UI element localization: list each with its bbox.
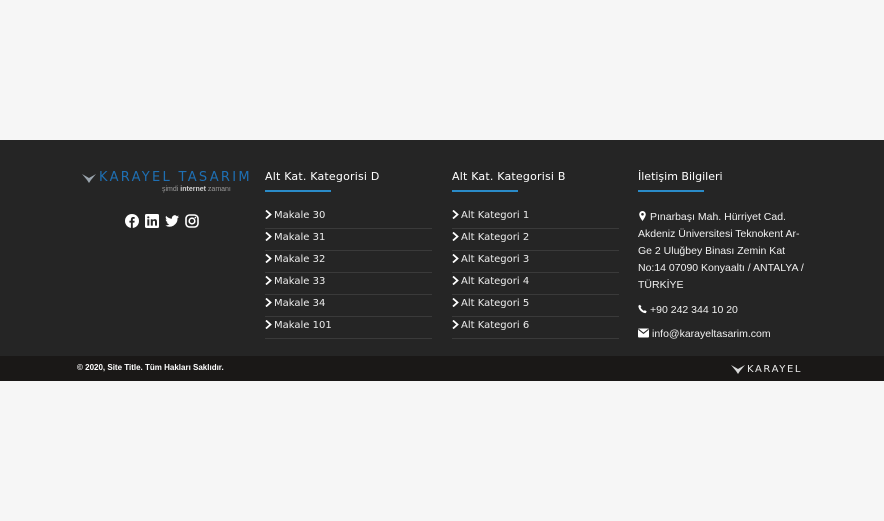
chevron-right-icon	[452, 254, 459, 263]
address: Pınarbaşı Mah. Hürriyet Cad. Akdeniz Üni…	[638, 211, 804, 291]
chevron-right-icon	[452, 232, 459, 241]
subcategory-list: Alt Kategori 1 Alt Kategori 2 Alt Katego…	[452, 207, 619, 339]
bird-logo-icon	[731, 365, 745, 374]
chevron-right-icon	[452, 210, 459, 219]
contact-title: İletişim Bilgileri	[638, 170, 723, 183]
title-underline	[265, 190, 331, 192]
copyright-text: © 2020, Site Title. Tüm Hakları Saklıdır…	[77, 363, 224, 372]
brand-logo[interactable]: KARAYEL TASARIM şimdi internet zamanı	[82, 170, 250, 196]
linkedin-icon[interactable]	[145, 214, 159, 228]
list-item[interactable]: Alt Kategori 1	[452, 207, 619, 229]
chevron-right-icon	[265, 276, 272, 285]
map-marker-icon	[639, 211, 646, 221]
contact-info: İletişim Bilgileri Pınarbaşı Mah. Hürriy…	[638, 170, 818, 341]
envelope-icon	[638, 328, 649, 338]
list-item[interactable]: Makale 32	[265, 251, 432, 273]
list-item[interactable]: Alt Kategori 2	[452, 229, 619, 251]
list-item[interactable]: Makale 101	[265, 317, 432, 339]
chevron-right-icon	[452, 320, 459, 329]
logo-text: KARAYEL TASARIM	[99, 170, 252, 185]
list-item[interactable]: Makale 34	[265, 295, 432, 317]
footer-column-category-d: Alt Kat. Kategorisi D Makale 30 Makale 3…	[265, 170, 432, 339]
list-item[interactable]: Makale 33	[265, 273, 432, 295]
chevron-right-icon	[265, 320, 272, 329]
list-item[interactable]: Alt Kategori 6	[452, 317, 619, 339]
title-underline	[638, 190, 704, 192]
email-line[interactable]: info@karayeltasarim.com	[638, 327, 818, 341]
chevron-right-icon	[452, 276, 459, 285]
chevron-right-icon	[452, 298, 459, 307]
chevron-right-icon	[265, 254, 272, 263]
list-item[interactable]: Alt Kategori 5	[452, 295, 619, 317]
bottom-logo[interactable]: KARAYEL	[731, 363, 802, 375]
phone-line[interactable]: +90 242 344 10 20	[638, 303, 818, 317]
phone-icon	[638, 304, 647, 314]
article-list: Makale 30 Makale 31 Makale 32 Makale 33 …	[265, 207, 432, 339]
instagram-icon[interactable]	[185, 214, 199, 228]
facebook-icon[interactable]	[125, 214, 139, 228]
chevron-right-icon	[265, 210, 272, 219]
list-item[interactable]: Makale 30	[265, 207, 432, 229]
twitter-icon[interactable]	[165, 214, 179, 228]
title-underline	[452, 190, 518, 192]
list-item[interactable]: Alt Kategori 4	[452, 273, 619, 295]
list-item[interactable]: Alt Kategori 3	[452, 251, 619, 273]
column-title: Alt Kat. Kategorisi B	[452, 170, 566, 183]
chevron-right-icon	[265, 298, 272, 307]
list-item[interactable]: Makale 31	[265, 229, 432, 251]
logo-tagline: şimdi internet zamanı	[162, 186, 231, 193]
social-links	[125, 214, 199, 228]
footer-column-category-b: Alt Kat. Kategorisi B Alt Kategori 1 Alt…	[452, 170, 619, 339]
column-title: Alt Kat. Kategorisi D	[265, 170, 380, 183]
chevron-right-icon	[265, 232, 272, 241]
